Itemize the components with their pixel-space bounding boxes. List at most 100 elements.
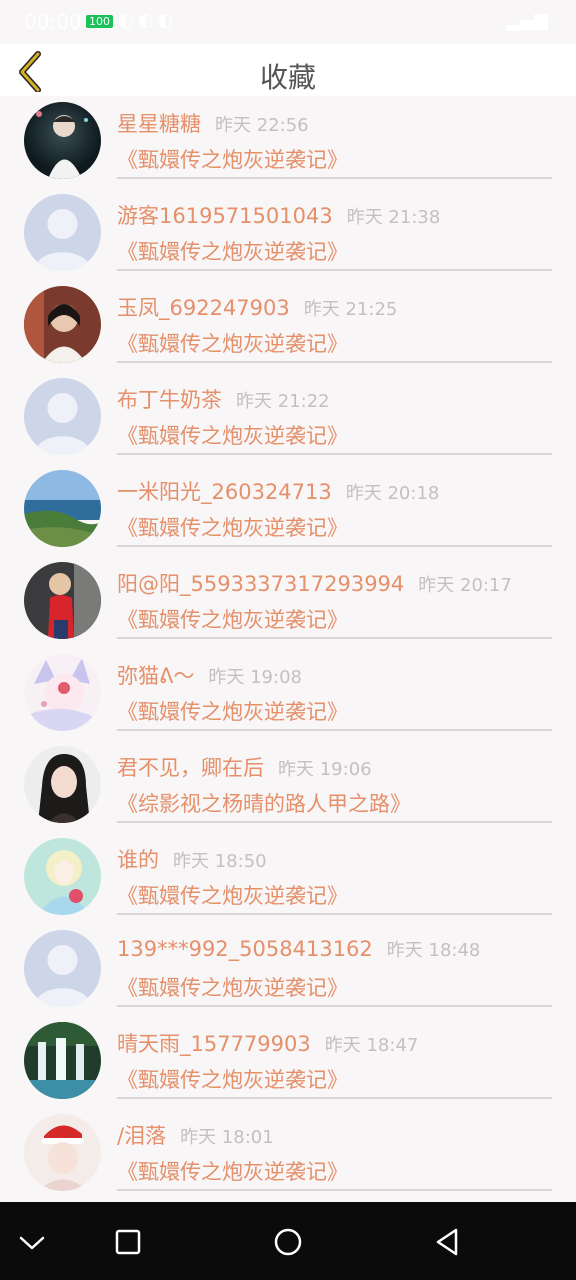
divider <box>117 1097 552 1099</box>
timestamp: 昨天 21:25 <box>303 299 398 320</box>
username: 晴天雨_157779903 昨天 18:47 <box>117 1028 418 1058</box>
triangle-back-icon <box>436 1228 458 1256</box>
username-text: 晴天雨_157779903 <box>117 1032 311 1056</box>
book-title[interactable]: 《甄嬛传之炮灰逆袭记》 <box>117 604 348 634</box>
list-item[interactable]: 星星糖糖 昨天 22:56 《甄嬛传之炮灰逆袭记》 <box>0 96 576 188</box>
chevron-down-icon <box>19 1236 45 1250</box>
list-item[interactable]: 139***992_5058413162 昨天 18:48 《甄嬛传之炮灰逆袭记》 <box>0 924 576 1016</box>
username: 谁的 昨天 18:50 <box>117 844 267 874</box>
avatar[interactable] <box>24 654 101 731</box>
book-title[interactable]: 《甄嬛传之炮灰逆袭记》 <box>117 696 348 726</box>
divider <box>117 361 552 363</box>
timestamp: 昨天 18:48 <box>386 940 481 961</box>
book-title[interactable]: 《甄嬛传之炮灰逆袭记》 <box>117 1064 348 1094</box>
status-bar: 00:00 100 ◐◐◐ ▂▄▆ <box>0 0 576 44</box>
list-item[interactable]: /泪落 昨天 18:01 《甄嬛传之炮灰逆袭记》 <box>0 1108 576 1200</box>
timestamp: 昨天 18:47 <box>324 1035 419 1056</box>
book-title[interactable]: 《甄嬛传之炮灰逆袭记》 <box>117 1156 348 1186</box>
timestamp: 昨天 19:08 <box>208 667 302 688</box>
avatar[interactable] <box>24 838 101 915</box>
header: 收藏 <box>0 44 576 96</box>
username: 弥猫ᕕ〜 昨天 19:08 <box>117 660 302 690</box>
username: 布丁牛奶茶 昨天 21:22 <box>117 384 330 414</box>
timestamp: 昨天 20:17 <box>418 575 512 596</box>
username-text: 玉凤_692247903 <box>117 296 290 320</box>
timestamp: 昨天 20:18 <box>345 483 440 504</box>
divider <box>117 1005 552 1007</box>
avatar[interactable] <box>24 1114 101 1191</box>
timestamp: 昨天 22:56 <box>215 115 309 136</box>
square-icon <box>115 1229 141 1255</box>
avatar[interactable] <box>24 102 101 179</box>
book-title[interactable]: 《甄嬛传之炮灰逆袭记》 <box>117 236 348 266</box>
list-item[interactable]: 晴天雨_157779903 昨天 18:47 《甄嬛传之炮灰逆袭记》 <box>0 1016 576 1108</box>
avatar[interactable] <box>24 286 101 363</box>
timestamp: 昨天 21:22 <box>236 391 330 412</box>
notification-icons: ◐◐◐ <box>118 10 178 31</box>
username-text: 布丁牛奶茶 <box>117 388 222 412</box>
username-text: /泪落 <box>117 1124 167 1148</box>
avatar[interactable] <box>24 378 101 455</box>
avatar[interactable] <box>24 930 101 1007</box>
username-text: 一米阳光_260324713 <box>117 480 332 504</box>
timestamp: 昨天 19:06 <box>278 759 372 780</box>
avatar[interactable] <box>24 194 101 271</box>
book-title[interactable]: 《甄嬛传之炮灰逆袭记》 <box>117 972 348 1002</box>
username: 一米阳光_260324713 昨天 20:18 <box>117 476 439 506</box>
username-text: 139***992_5058413162 <box>117 937 373 961</box>
username: 玉凤_692247903 昨天 21:25 <box>117 292 397 322</box>
signal-icon: ▂▄▆ <box>506 10 548 31</box>
nav-back-button[interactable] <box>428 1222 468 1262</box>
username: 君不见，卿在后 昨天 19:06 <box>117 752 372 782</box>
username-text: 弥猫ᕕ〜 <box>117 664 195 688</box>
username: /泪落 昨天 18:01 <box>117 1120 274 1150</box>
book-title[interactable]: 《甄嬛传之炮灰逆袭记》 <box>117 144 348 174</box>
avatar[interactable] <box>24 470 101 547</box>
avatar[interactable] <box>24 1022 101 1099</box>
list-item[interactable]: 布丁牛奶茶 昨天 21:22 《甄嬛传之炮灰逆袭记》 <box>0 372 576 464</box>
nav-collapse-button[interactable] <box>12 1222 52 1262</box>
divider <box>117 821 552 823</box>
username: 星星糖糖 昨天 22:56 <box>117 108 309 138</box>
username: 139***992_5058413162 昨天 18:48 <box>117 936 480 962</box>
book-title[interactable]: 《甄嬛传之炮灰逆袭记》 <box>117 512 348 542</box>
nav-recents-button[interactable] <box>108 1222 148 1262</box>
book-title[interactable]: 《甄嬛传之炮灰逆袭记》 <box>117 328 348 358</box>
username-text: 君不见，卿在后 <box>117 756 264 780</box>
timestamp: 昨天 18:01 <box>180 1127 274 1148</box>
username-text: 阳@阳_5593337317293994 <box>117 572 405 596</box>
divider <box>117 729 552 731</box>
username-text: 游客1619571501043 <box>117 204 333 228</box>
page-title: 收藏 <box>259 61 316 94</box>
navigation-bar <box>0 1202 576 1280</box>
divider <box>117 545 552 547</box>
favorites-list: 星星糖糖 昨天 22:56 《甄嬛传之炮灰逆袭记》 游客1619571501043 昨天… <box>0 96 576 1202</box>
avatar[interactable] <box>24 746 101 823</box>
list-item[interactable]: 游客1619571501043 昨天 21:38 《甄嬛传之炮灰逆袭记》 <box>0 188 576 280</box>
timestamp: 昨天 18:50 <box>173 851 267 872</box>
username-text: 谁的 <box>117 848 159 872</box>
avatar[interactable] <box>24 562 101 639</box>
username-text: 星星糖糖 <box>117 112 201 136</box>
battery-icon: 100 <box>86 15 113 28</box>
timestamp: 昨天 21:38 <box>346 207 441 228</box>
divider <box>117 637 552 639</box>
divider <box>117 453 552 455</box>
list-item[interactable]: 阳@阳_5593337317293994 昨天 20:17 《甄嬛传之炮灰逆袭记》 <box>0 556 576 648</box>
divider <box>117 913 552 915</box>
list-item[interactable]: 玉凤_692247903 昨天 21:25 《甄嬛传之炮灰逆袭记》 <box>0 280 576 372</box>
divider <box>117 177 552 179</box>
divider <box>117 1189 552 1191</box>
list-item[interactable]: 一米阳光_260324713 昨天 20:18 《甄嬛传之炮灰逆袭记》 <box>0 464 576 556</box>
username: 阳@阳_5593337317293994 昨天 20:17 <box>117 568 512 598</box>
list-item[interactable]: 君不见，卿在后 昨天 19:06 《综影视之杨晴的路人甲之路》 <box>0 740 576 832</box>
circle-icon <box>274 1228 302 1256</box>
list-item[interactable]: 弥猫ᕕ〜 昨天 19:08 《甄嬛传之炮灰逆袭记》 <box>0 648 576 740</box>
book-title[interactable]: 《综影视之杨晴的路人甲之路》 <box>117 788 411 818</box>
book-title[interactable]: 《甄嬛传之炮灰逆袭记》 <box>117 880 348 910</box>
nav-home-button[interactable] <box>268 1222 308 1262</box>
username: 游客1619571501043 昨天 21:38 <box>117 200 440 230</box>
status-time: 00:00 <box>24 10 82 34</box>
list-item[interactable]: 谁的 昨天 18:50 《甄嬛传之炮灰逆袭记》 <box>0 832 576 924</box>
book-title[interactable]: 《甄嬛传之炮灰逆袭记》 <box>117 420 348 450</box>
